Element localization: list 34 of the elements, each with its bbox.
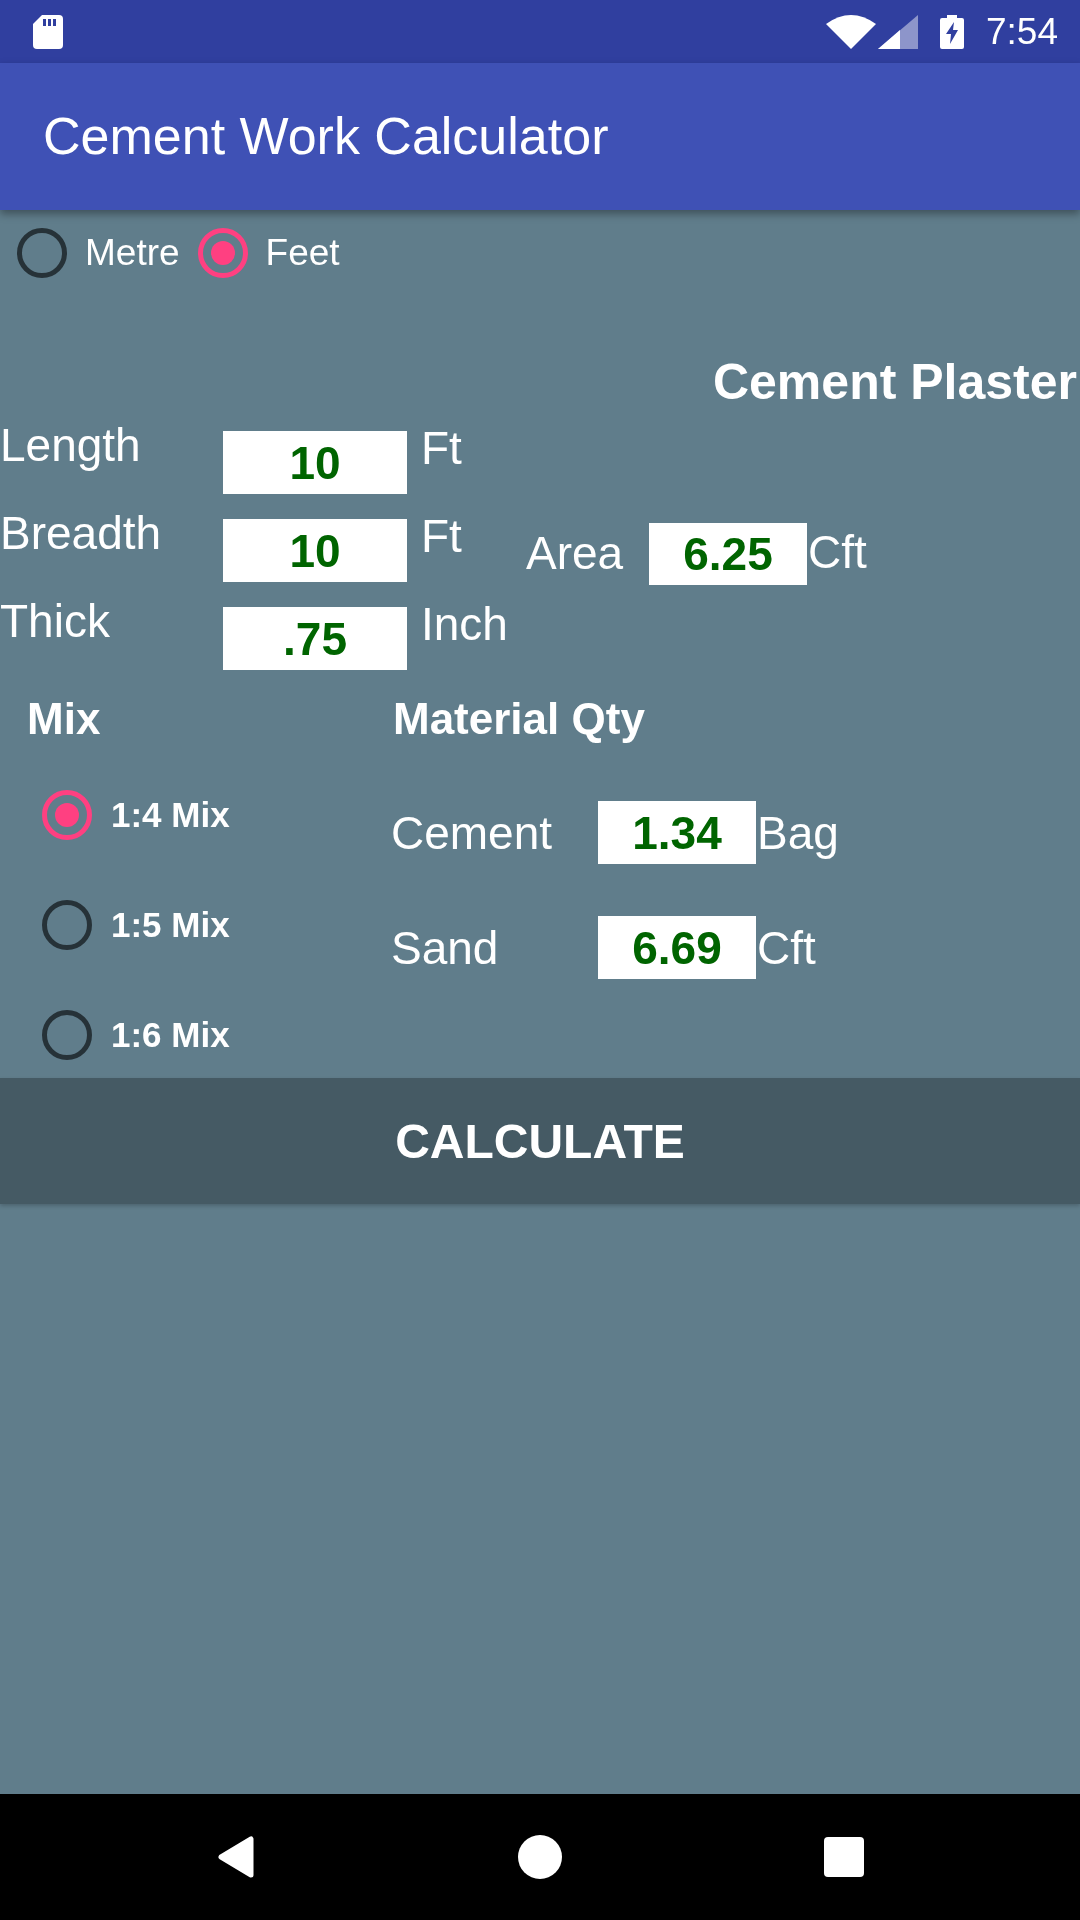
home-icon[interactable] <box>518 1835 562 1879</box>
signal-icon <box>878 14 918 49</box>
sd-card-icon <box>33 14 63 49</box>
unit-radio-button[interactable]: Feet <box>197 228 340 278</box>
mix-radio-button[interactable]: 1:4 Mix <box>42 790 230 840</box>
material-label: Sand <box>391 921 500 974</box>
input-field[interactable]: .75 <box>223 607 407 670</box>
unit-label: Ft <box>420 425 463 471</box>
mix-heading: Mix <box>27 693 101 745</box>
field-label: Thick <box>0 598 111 644</box>
app-title: Cement Work Calculator <box>43 106 609 167</box>
unit-radio-button[interactable]: Metre <box>17 228 180 278</box>
back-icon[interactable] <box>217 1836 255 1878</box>
result-field: 1.34 <box>598 801 756 864</box>
result-field: 6.69 <box>598 916 756 979</box>
unit-label: Cft <box>756 921 816 974</box>
input-field[interactable]: 10 <box>223 431 407 494</box>
mix-radio-button[interactable]: 1:6 Mix <box>42 1010 230 1060</box>
battery-charging-icon <box>940 14 964 49</box>
field-label: Breadth <box>0 510 163 556</box>
unit-label: Inch <box>420 601 509 647</box>
unit-label: Cft <box>807 528 867 575</box>
unit-label: Bag <box>756 806 839 859</box>
wifi-icon <box>826 14 876 49</box>
mix-radio-button[interactable]: 1:5 Mix <box>42 900 230 950</box>
calculate-button[interactable]: CALCULATE <box>0 1078 1080 1204</box>
area-result-field: 6.25 <box>649 523 807 585</box>
material-heading: Material Qty <box>393 693 645 745</box>
unit-label: Ft <box>420 513 463 559</box>
input-field[interactable]: 10 <box>223 519 407 582</box>
status-time: 7:54 <box>986 13 1058 50</box>
section-title: Cement Plaster <box>712 353 1078 412</box>
area-label: Area <box>526 529 624 576</box>
material-label: Cement <box>391 806 554 859</box>
